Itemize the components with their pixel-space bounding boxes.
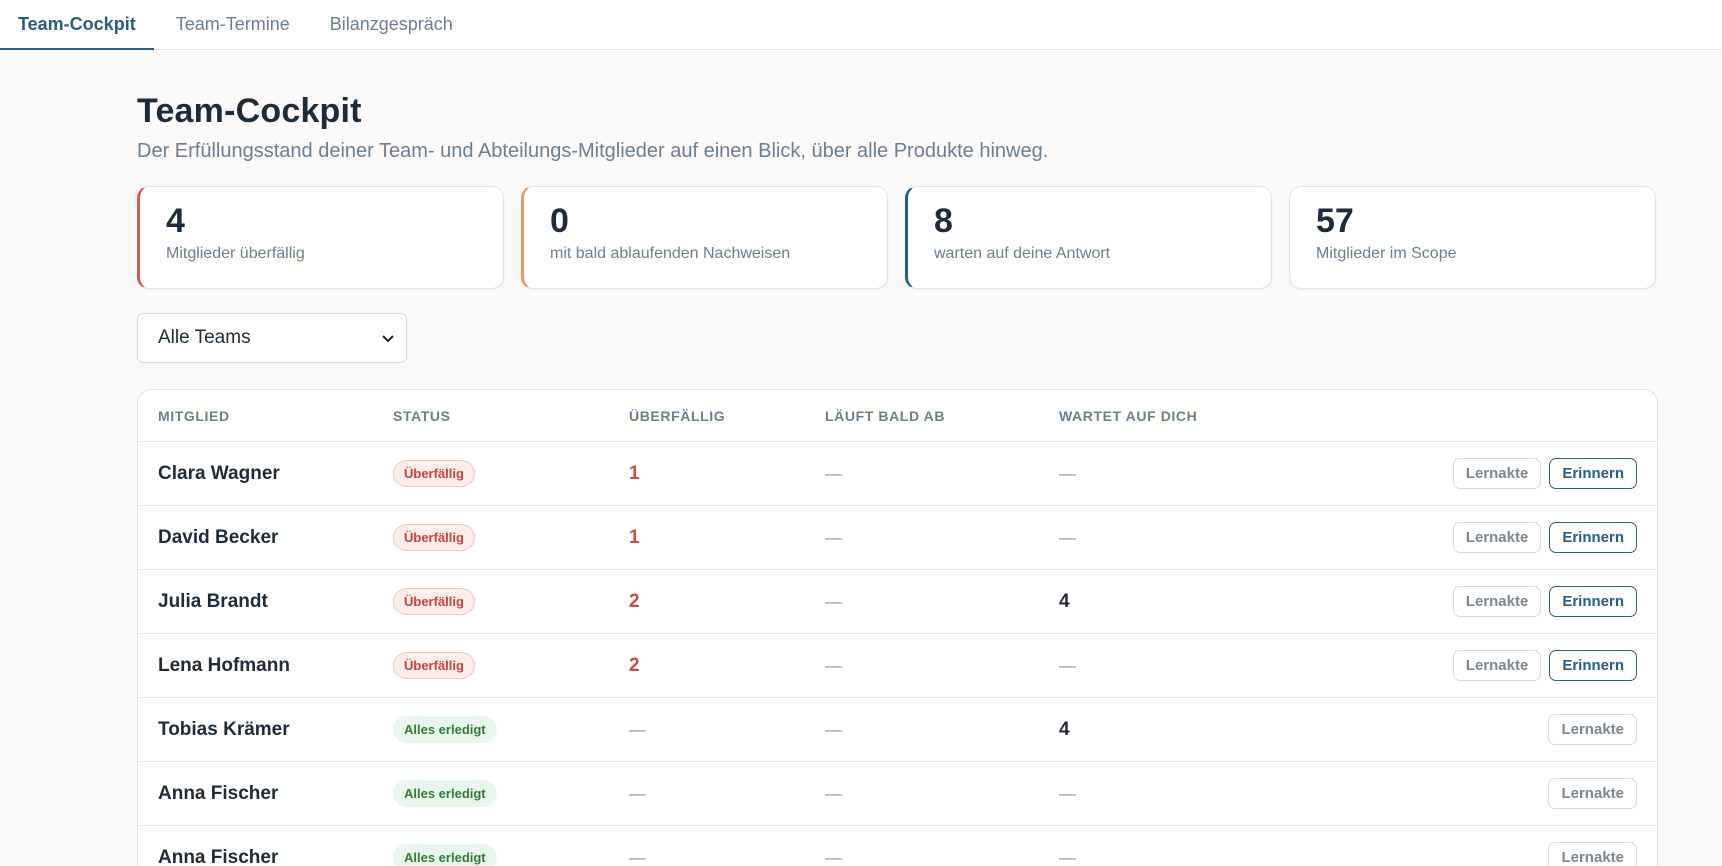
kpi-label: mit bald ablaufenden Nachweisen <box>550 245 791 263</box>
column-header-member: MITGLIED <box>158 407 230 424</box>
kpi-card-scope: 57 Mitglieder im Scope <box>1289 186 1656 289</box>
waiting-count: — <box>1059 655 1076 675</box>
main-content: Team-Cockpit Der Erfüllungsstand deiner … <box>0 92 1722 866</box>
team-filter-select[interactable]: Alle Teams <box>137 313 407 363</box>
table-row: Anna Fischer Alles erledigt — — — Lernak… <box>138 826 1657 866</box>
status-badge: Alles erledigt <box>393 844 497 866</box>
tab-team-cockpit[interactable]: Team-Cockpit <box>0 0 154 50</box>
overdue-count: 1 <box>629 462 640 484</box>
lernakte-button[interactable]: Lernakte <box>1452 522 1542 553</box>
overdue-count: 1 <box>629 526 640 548</box>
chevron-down-icon <box>382 331 394 346</box>
lernakte-button[interactable]: Lernakte <box>1548 842 1637 866</box>
kpi-value: 4 <box>166 202 185 240</box>
top-tab-bar: Team-Cockpit Team-Termine Bilanzgespräch <box>0 0 1722 50</box>
erinnern-button[interactable]: Erinnern <box>1549 522 1637 553</box>
overdue-count: — <box>629 719 646 739</box>
overdue-count: — <box>629 783 646 803</box>
team-filter-value: Alle Teams <box>158 327 251 348</box>
kpi-cards: 4 Mitglieder überfällig 0 mit bald ablau… <box>137 186 1658 289</box>
overdue-count: 2 <box>629 654 640 676</box>
member-name: Lena Hofmann <box>158 654 290 676</box>
waiting-count: — <box>1059 847 1076 866</box>
lernakte-button[interactable]: Lernakte <box>1452 586 1542 617</box>
page-title: Team-Cockpit <box>137 92 362 130</box>
waiting-count: — <box>1059 783 1076 803</box>
table-header: MITGLIED STATUS ÜBERFÄLLIG LÄUFT BALD AB… <box>138 390 1657 442</box>
column-header-expiring: LÄUFT BALD AB <box>825 407 946 424</box>
expiring-count: — <box>825 463 842 483</box>
overdue-count: 2 <box>629 590 640 612</box>
member-name: Julia Brandt <box>158 590 268 612</box>
kpi-card-waiting: 8 warten auf deine Antwort <box>905 186 1272 289</box>
table-row: Anna Fischer Alles erledigt — — — Lernak… <box>138 762 1657 826</box>
status-badge: Überfällig <box>393 652 475 679</box>
table-row: Julia Brandt Überfällig 2 — 4 Lernakte E… <box>138 570 1657 634</box>
kpi-label: warten auf deine Antwort <box>934 245 1111 263</box>
lernakte-button[interactable]: Lernakte <box>1452 458 1542 489</box>
tab-team-termine[interactable]: Team-Termine <box>158 0 308 49</box>
member-name: Anna Fischer <box>158 846 279 866</box>
status-badge: Überfällig <box>393 588 475 615</box>
member-name: Anna Fischer <box>158 782 279 804</box>
expiring-count: — <box>825 591 842 611</box>
kpi-value: 57 <box>1316 202 1354 240</box>
expiring-count: — <box>825 527 842 547</box>
column-header-status: STATUS <box>393 407 451 424</box>
member-name: David Becker <box>158 526 279 548</box>
kpi-value: 8 <box>934 202 953 240</box>
member-name: Tobias Krämer <box>158 718 290 740</box>
status-badge: Überfällig <box>393 524 475 551</box>
table-row: David Becker Überfällig 1 — — Lernakte E… <box>138 506 1657 570</box>
overdue-count: — <box>629 847 646 866</box>
waiting-count: — <box>1059 463 1076 483</box>
waiting-count: — <box>1059 527 1076 547</box>
expiring-count: — <box>825 719 842 739</box>
kpi-value: 0 <box>550 202 569 240</box>
table-row: Clara Wagner Überfällig 1 — — Lernakte E… <box>138 442 1657 506</box>
lernakte-button[interactable]: Lernakte <box>1548 778 1637 809</box>
lernakte-button[interactable]: Lernakte <box>1452 650 1542 681</box>
waiting-count: 4 <box>1059 718 1070 740</box>
erinnern-button[interactable]: Erinnern <box>1549 586 1637 617</box>
status-badge: Alles erledigt <box>393 780 497 807</box>
table-row: Tobias Krämer Alles erledigt — — 4 Lerna… <box>138 698 1657 762</box>
status-badge: Alles erledigt <box>393 716 497 743</box>
tab-bilanzgespraech[interactable]: Bilanzgespräch <box>312 0 471 49</box>
lernakte-button[interactable]: Lernakte <box>1548 714 1637 745</box>
member-name: Clara Wagner <box>158 462 280 484</box>
page-subtitle: Der Erfüllungsstand deiner Team- und Abt… <box>137 140 1049 162</box>
members-table: MITGLIED STATUS ÜBERFÄLLIG LÄUFT BALD AB… <box>137 389 1658 866</box>
table-row: Lena Hofmann Überfällig 2 — — Lernakte E… <box>138 634 1657 698</box>
waiting-count: 4 <box>1059 590 1070 612</box>
kpi-label: Mitglieder im Scope <box>1316 245 1457 263</box>
kpi-card-expiring: 0 mit bald ablaufenden Nachweisen <box>521 186 888 289</box>
column-header-waiting: WARTET AUF DICH <box>1059 407 1198 424</box>
kpi-card-overdue: 4 Mitglieder überfällig <box>137 186 504 289</box>
expiring-count: — <box>825 655 842 675</box>
expiring-count: — <box>825 847 842 866</box>
expiring-count: — <box>825 783 842 803</box>
kpi-label: Mitglieder überfällig <box>166 245 305 263</box>
status-badge: Überfällig <box>393 460 475 487</box>
column-header-overdue: ÜBERFÄLLIG <box>629 407 726 424</box>
erinnern-button[interactable]: Erinnern <box>1549 650 1637 681</box>
erinnern-button[interactable]: Erinnern <box>1549 458 1637 489</box>
